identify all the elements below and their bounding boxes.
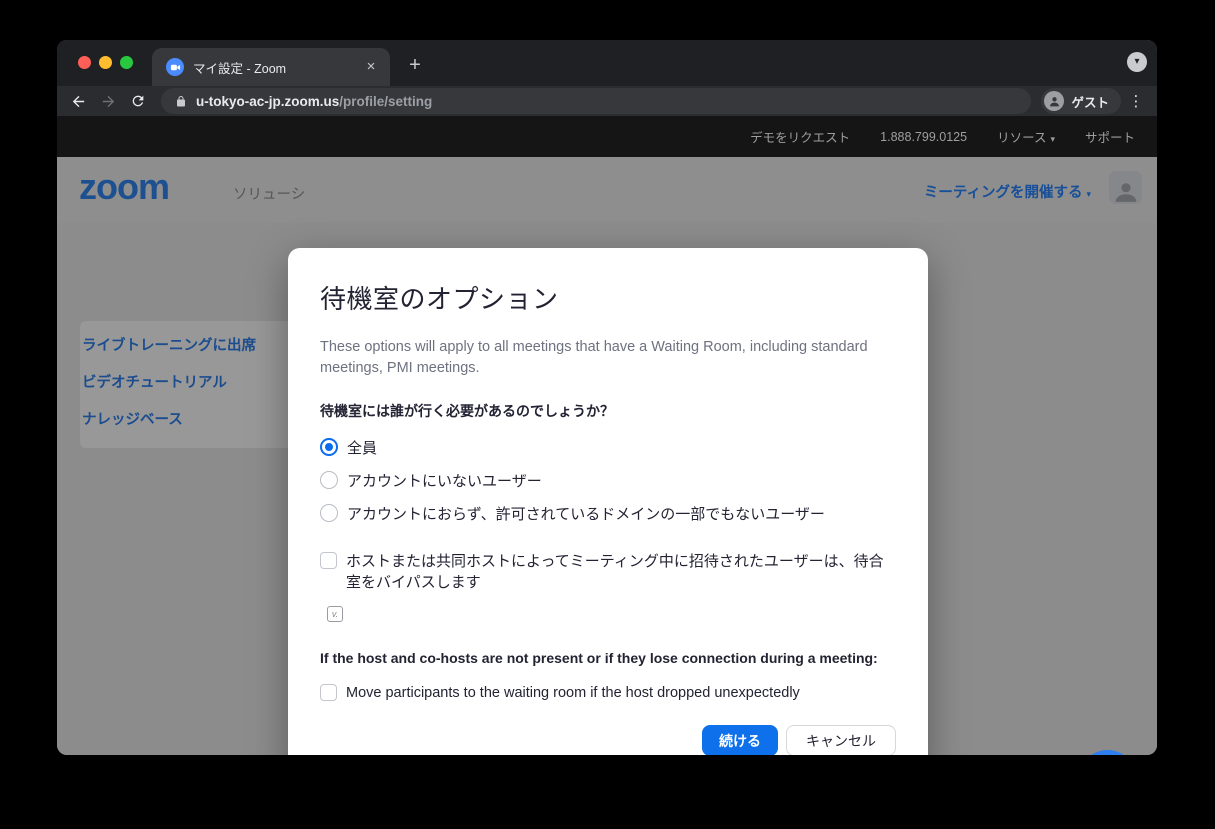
site-topbar: デモをリクエスト 1.888.799.0125 リソース▾ サポート — [57, 116, 1157, 157]
desktop-background: マイ設定 - Zoom × + ▾ u-tokyo-ac-jp.zoom.us/… — [0, 0, 1215, 829]
reload-icon[interactable] — [125, 88, 151, 114]
profile-guest-button[interactable]: ゲスト — [1041, 88, 1121, 114]
guest-label: ゲスト — [1071, 92, 1109, 111]
checkbox-unchecked-icon[interactable] — [320, 552, 337, 569]
forward-icon[interactable] — [95, 88, 121, 114]
url-text: u-tokyo-ac-jp.zoom.us/profile/setting — [196, 94, 432, 109]
back-icon[interactable] — [65, 88, 91, 114]
radio-unselected-icon[interactable] — [320, 504, 338, 522]
account-avatar[interactable] — [1109, 171, 1142, 204]
waiting-room-question: 待機室には誰が行く必要があるのでしょうか？ — [320, 401, 896, 421]
chevron-down-icon: ▾ — [1050, 134, 1055, 144]
link-knowledge-base[interactable]: ナレッジベース — [82, 408, 183, 429]
topbar-link-support[interactable]: サポート — [1085, 127, 1135, 146]
host-absent-heading: If the host and co-hosts are not present… — [320, 650, 896, 666]
tab-close-icon[interactable]: × — [362, 58, 380, 76]
checkbox-unchecked-icon[interactable] — [320, 684, 337, 701]
tab-search-chevron-icon[interactable]: ▾ — [1127, 52, 1147, 72]
cancel-button[interactable]: キャンセル — [786, 725, 896, 755]
move-participants-checkbox-row[interactable]: Move participants to the waiting room if… — [320, 683, 896, 703]
continue-button[interactable]: 続ける — [702, 725, 778, 755]
zoom-logo[interactable]: zoom — [79, 169, 169, 205]
dialog-title: 待機室のオプション — [320, 248, 896, 316]
radio-unselected-icon[interactable] — [320, 471, 338, 489]
dialog-description: These options will apply to all meetings… — [320, 337, 896, 379]
guest-avatar-icon — [1044, 91, 1064, 111]
link-video-tutorials[interactable]: ビデオチュートリアル — [82, 371, 227, 392]
waiting-room-options-dialog: 待機室のオプション These options will apply to al… — [288, 248, 928, 755]
url-host: u-tokyo-ac-jp.zoom.us — [196, 94, 339, 109]
dialog-actions: 続ける キャンセル — [702, 725, 896, 755]
lock-icon — [175, 95, 187, 108]
browser-toolbar: u-tokyo-ac-jp.zoom.us/profile/setting ゲス… — [57, 86, 1157, 116]
browser-window: マイ設定 - Zoom × + ▾ u-tokyo-ac-jp.zoom.us/… — [57, 40, 1157, 755]
browser-menu-icon[interactable]: ⋮ — [1125, 92, 1147, 110]
bypass-waiting-room-checkbox-row[interactable]: ホストまたは共同ホストによってミーティング中に招待されたユーザーは、待合室をバイ… — [320, 551, 896, 593]
page-dimmed: デモをリクエスト 1.888.799.0125 リソース▾ サポート zoom … — [57, 116, 1157, 755]
radio-option-users-not-in-account[interactable]: アカウントにいないユーザー — [320, 470, 896, 490]
link-live-training[interactable]: ライブトレーニングに出席 — [82, 334, 256, 355]
window-controls — [78, 56, 133, 69]
zoom-window-button[interactable] — [120, 56, 133, 69]
tab-strip: マイ設定 - Zoom × + ▾ — [57, 40, 1157, 86]
nav-item-solutions[interactable]: ソリューシ — [233, 183, 305, 204]
close-window-button[interactable] — [78, 56, 91, 69]
site-header: zoom ソリューシ ミーティングを開催する▾ — [57, 157, 1157, 223]
chevron-down-icon: ▾ — [1086, 189, 1091, 199]
zoom-favicon-icon — [166, 58, 184, 76]
new-tab-button[interactable]: + — [401, 52, 429, 80]
browser-tab[interactable]: マイ設定 - Zoom × — [152, 48, 390, 86]
url-path: /profile/setting — [339, 94, 432, 109]
radio-option-everyone[interactable]: 全員 — [320, 437, 896, 457]
topbar-phone-number[interactable]: 1.888.799.0125 — [880, 130, 967, 144]
host-meeting-link[interactable]: ミーティングを開催する▾ — [924, 181, 1091, 202]
tab-title: マイ設定 - Zoom — [193, 58, 362, 77]
minimize-window-button[interactable] — [99, 56, 112, 69]
topbar-link-request-demo[interactable]: デモをリクエスト — [750, 127, 850, 146]
broken-image-icon: v. — [327, 606, 343, 622]
topbar-link-resources[interactable]: リソース▾ — [997, 127, 1055, 146]
radio-selected-icon[interactable] — [320, 438, 338, 456]
radio-option-users-not-in-allowed-domains[interactable]: アカウントにおらず、許可されているドメインの一部でもないユーザー — [320, 503, 896, 523]
address-bar[interactable]: u-tokyo-ac-jp.zoom.us/profile/setting — [161, 88, 1031, 114]
